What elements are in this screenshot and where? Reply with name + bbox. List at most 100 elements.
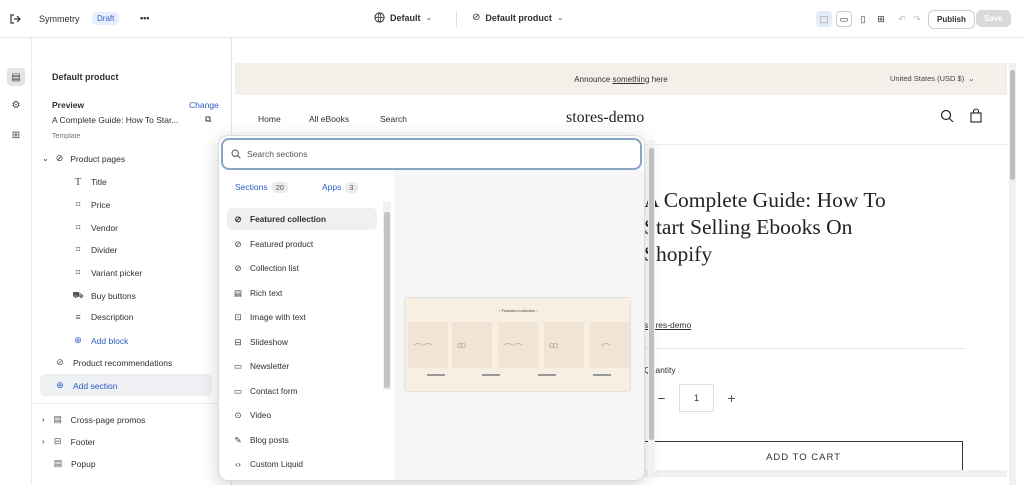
section-item-custom-liquid[interactable]: ‹› Custom Liquid [227, 453, 377, 475]
tree-popup-label: Popup [71, 458, 96, 469]
desktop-view-icon[interactable]: ▭ [836, 11, 852, 27]
tab-sections[interactable]: Sections 20 [235, 181, 288, 193]
product-title-line: Shopify [644, 242, 713, 266]
tree-block-buy-buttons[interactable]: ⛟ Buy buttons [72, 290, 136, 302]
sidebar: Default product Preview Change A Complet… [32, 38, 232, 485]
nav-all-ebooks[interactable]: All eBooks [309, 114, 349, 124]
tree-block-description[interactable]: ≡ Description [72, 312, 134, 322]
divider [32, 403, 231, 404]
store-logo[interactable]: stores-demo [566, 109, 644, 127]
inspector-icon[interactable]: ⬚ [816, 11, 832, 27]
tree-popup[interactable]: ▤ Popup [52, 458, 96, 469]
section-item-contact-form[interactable]: ▭ Contact form [227, 380, 377, 402]
change-link[interactable]: Change [189, 100, 219, 110]
chevron-right-icon: › [42, 437, 45, 446]
chevron-down-icon: ⌄ [42, 154, 49, 163]
tree-block-vendor[interactable]: ⌗ Vendor [72, 222, 118, 233]
mobile-view-icon[interactable]: ▯ [855, 11, 871, 27]
quantity-input[interactable]: 1 [679, 384, 714, 412]
tree-footer[interactable]: › ⊟ Footer [42, 436, 95, 447]
block-icon: ⌗ [75, 244, 81, 254]
tree-block-title[interactable]: T Title [72, 176, 107, 188]
publish-button[interactable]: Publish [928, 10, 975, 29]
shoe-icon: ⌒ [601, 344, 611, 355]
more-actions-button[interactable]: ••• [140, 13, 149, 23]
settings-icon[interactable]: ⚙ [7, 96, 25, 114]
thumbnail-captions [408, 374, 630, 384]
divider [644, 348, 964, 349]
exit-icon[interactable] [8, 12, 22, 26]
tag-icon: ⊘ [472, 12, 481, 23]
footer-icon: ⊟ [53, 436, 62, 446]
block-icon: ⌗ [75, 222, 81, 232]
redo-icon[interactable]: ↷ [909, 11, 925, 27]
preview-scrollbar-thumb[interactable] [1010, 70, 1015, 180]
search-icon[interactable] [940, 109, 954, 125]
code-icon: ‹› [235, 459, 241, 469]
sections-icon[interactable]: ▤ [7, 68, 25, 86]
add-block-button[interactable]: ⊕ Add block [72, 335, 128, 346]
section-item-featured-product[interactable]: ⊘ Featured product [227, 233, 377, 255]
section-item-rich-text[interactable]: ▤ Rich text [227, 282, 377, 304]
tree-cross-page-promos[interactable]: › ▤ Cross-page promos [42, 414, 145, 425]
template-label: Template [52, 133, 81, 139]
tab-sections-label: Sections [235, 182, 268, 192]
section-item-label: Featured product [250, 239, 314, 249]
tag-icon: ⊘ [56, 357, 64, 367]
tree-product-recommendations[interactable]: ⊘ Product recommendations [54, 357, 172, 368]
play-icon: ⊙ [234, 409, 242, 420]
plus-icon[interactable]: + [714, 390, 749, 406]
nav-search[interactable]: Search [380, 114, 407, 124]
bag-icon[interactable] [970, 108, 982, 125]
tree-product-pages-label: Product pages [70, 153, 126, 164]
currency-selector[interactable]: United States (USD $) ⌄ [890, 74, 975, 83]
add-section-label: Add section [73, 380, 118, 391]
glasses-icon: ꝏ [549, 340, 559, 350]
nav-home[interactable]: Home [258, 114, 281, 124]
block-icon: ⌗ [75, 199, 81, 209]
section-item-newsletter[interactable]: ▭ Newsletter [227, 355, 377, 377]
save-button[interactable]: Save [976, 10, 1011, 27]
section-preview-pane: ‹ Featured collection › ⌒⌒ ꝏ ⌒⌒ ꝏ ⌒ [394, 170, 644, 480]
section-item-collection-list[interactable]: ⊘ Collection list [227, 257, 377, 279]
section-item-label: Contact form [250, 386, 298, 396]
section-item-blog-posts[interactable]: ✎ Blog posts [227, 429, 377, 451]
tree-product-recommendations-label: Product recommendations [73, 357, 173, 368]
announcement-link[interactable]: something [613, 75, 650, 84]
thumbnail-heading-label: Featured collection [501, 308, 536, 313]
section-item-video[interactable]: ⊙ Video [227, 404, 377, 426]
announcement-suffix: here [649, 74, 668, 84]
section-item-image-with-text[interactable]: ⊡ Image with text [227, 306, 377, 328]
tree-block-price[interactable]: ⌗ Price [72, 199, 110, 210]
announcement-prefix: Announce [574, 74, 613, 84]
tab-apps[interactable]: Apps 3 [322, 181, 358, 193]
picker-preview-scrollbar-thumb[interactable] [649, 148, 654, 440]
apps-icon[interactable]: ⊞ [7, 126, 25, 144]
theme-name: Symmetry [39, 14, 80, 24]
tree-block-divider[interactable]: ⌗ Divider [72, 244, 117, 255]
external-link-icon[interactable]: ⧉ [205, 114, 211, 125]
tree-product-pages[interactable]: ⌄ ⊘ Product pages [42, 153, 125, 164]
blog-icon: ✎ [234, 434, 242, 445]
tree-block-label: Buy buttons [91, 291, 136, 301]
thumbnail-caption [426, 374, 445, 376]
undo-icon[interactable]: ↶ [894, 11, 910, 27]
tree-block-label: Variant picker [91, 267, 143, 278]
section-item-slideshow[interactable]: ⊟ Slideshow [227, 331, 377, 353]
fullscreen-icon[interactable]: ⊞ [873, 11, 889, 27]
section-item-featured-collection[interactable]: ⊘ Featured collection [227, 208, 377, 230]
globe-icon [374, 12, 385, 23]
sidebar-title: Default product [52, 72, 119, 82]
shoe-icon: ⌒⌒ [413, 344, 433, 355]
tree-block-variant-picker[interactable]: ⌗ Variant picker [72, 267, 142, 278]
product-selector[interactable]: ⊘ Default product ⌄ [472, 12, 564, 23]
list-scrollbar-thumb[interactable] [384, 212, 390, 388]
template-selector[interactable]: Default ⌄ [374, 12, 432, 23]
quantity-stepper[interactable]: − 1 + [644, 384, 749, 412]
search-input[interactable]: Search sections [221, 138, 642, 170]
add-to-cart-button[interactable]: ADD TO CART [644, 441, 963, 473]
add-section-button[interactable]: ⊕ Add section [54, 380, 117, 391]
tree-block-label: Description [91, 312, 134, 322]
chevron-down-icon: ⌄ [556, 13, 564, 22]
text-icon: ▤ [233, 287, 243, 298]
